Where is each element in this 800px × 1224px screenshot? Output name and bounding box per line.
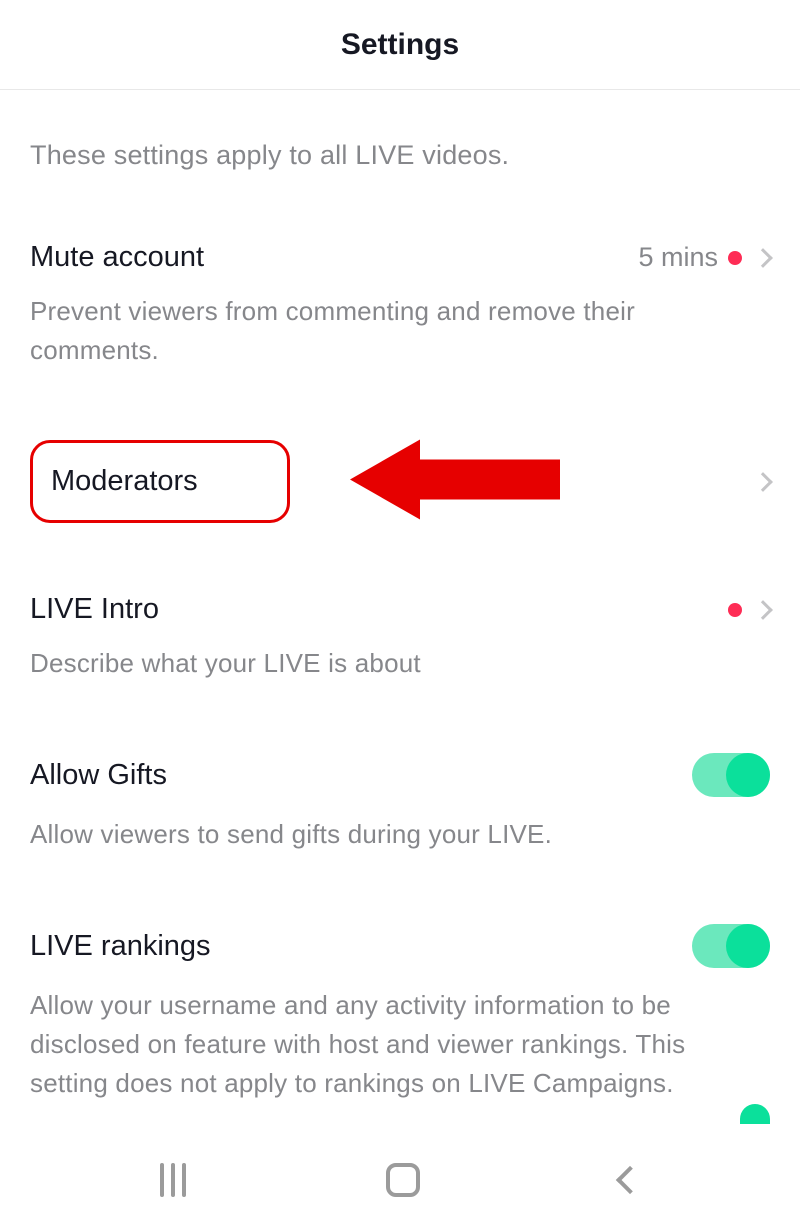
setting-value-group bbox=[728, 603, 770, 617]
setting-description: Prevent viewers from commenting and remo… bbox=[30, 292, 770, 370]
moderators-highlight-box: Moderators bbox=[30, 440, 290, 523]
partial-toggle-icon bbox=[740, 1104, 770, 1124]
indicator-dot-icon bbox=[728, 603, 742, 617]
navigation-bar bbox=[0, 1136, 800, 1224]
setting-moderators[interactable]: Moderators bbox=[30, 440, 770, 523]
nav-recents-button[interactable] bbox=[160, 1163, 186, 1197]
setting-description: Allow your username and any activity inf… bbox=[30, 986, 770, 1103]
setting-value: 5 mins bbox=[638, 242, 718, 273]
setting-description: Describe what your LIVE is about bbox=[30, 644, 770, 683]
setting-live-intro[interactable]: LIVE Intro Describe what your LIVE is ab… bbox=[30, 593, 770, 683]
intro-text: These settings apply to all LIVE videos. bbox=[30, 140, 770, 171]
setting-title: LIVE rankings bbox=[30, 930, 211, 963]
setting-description: Allow viewers to send gifts during your … bbox=[30, 815, 770, 854]
setting-title: Moderators bbox=[51, 465, 269, 498]
setting-title: Allow Gifts bbox=[30, 759, 167, 792]
chevron-right-icon bbox=[753, 600, 773, 620]
arrow-annotation-icon bbox=[350, 434, 560, 529]
settings-content: These settings apply to all LIVE videos.… bbox=[0, 140, 800, 1103]
setting-value-group: 5 mins bbox=[638, 242, 770, 273]
nav-back-button[interactable] bbox=[616, 1166, 644, 1194]
setting-title: Mute account bbox=[30, 241, 204, 274]
chevron-right-icon bbox=[753, 248, 773, 268]
setting-mute-account[interactable]: Mute account 5 mins Prevent viewers from… bbox=[30, 241, 770, 370]
setting-live-rankings: LIVE rankings Allow your username and an… bbox=[30, 924, 770, 1103]
toggle-knob-icon bbox=[726, 753, 770, 797]
nav-home-button[interactable] bbox=[386, 1163, 420, 1197]
setting-title: LIVE Intro bbox=[30, 593, 159, 626]
header: Settings bbox=[0, 0, 800, 90]
live-rankings-toggle[interactable] bbox=[692, 924, 770, 968]
chevron-right-icon bbox=[753, 472, 773, 492]
allow-gifts-toggle[interactable] bbox=[692, 753, 770, 797]
page-title: Settings bbox=[341, 28, 459, 62]
setting-value-group bbox=[752, 475, 770, 489]
setting-allow-gifts: Allow Gifts Allow viewers to send gifts … bbox=[30, 753, 770, 854]
indicator-dot-icon bbox=[728, 251, 742, 265]
toggle-knob-icon bbox=[726, 924, 770, 968]
